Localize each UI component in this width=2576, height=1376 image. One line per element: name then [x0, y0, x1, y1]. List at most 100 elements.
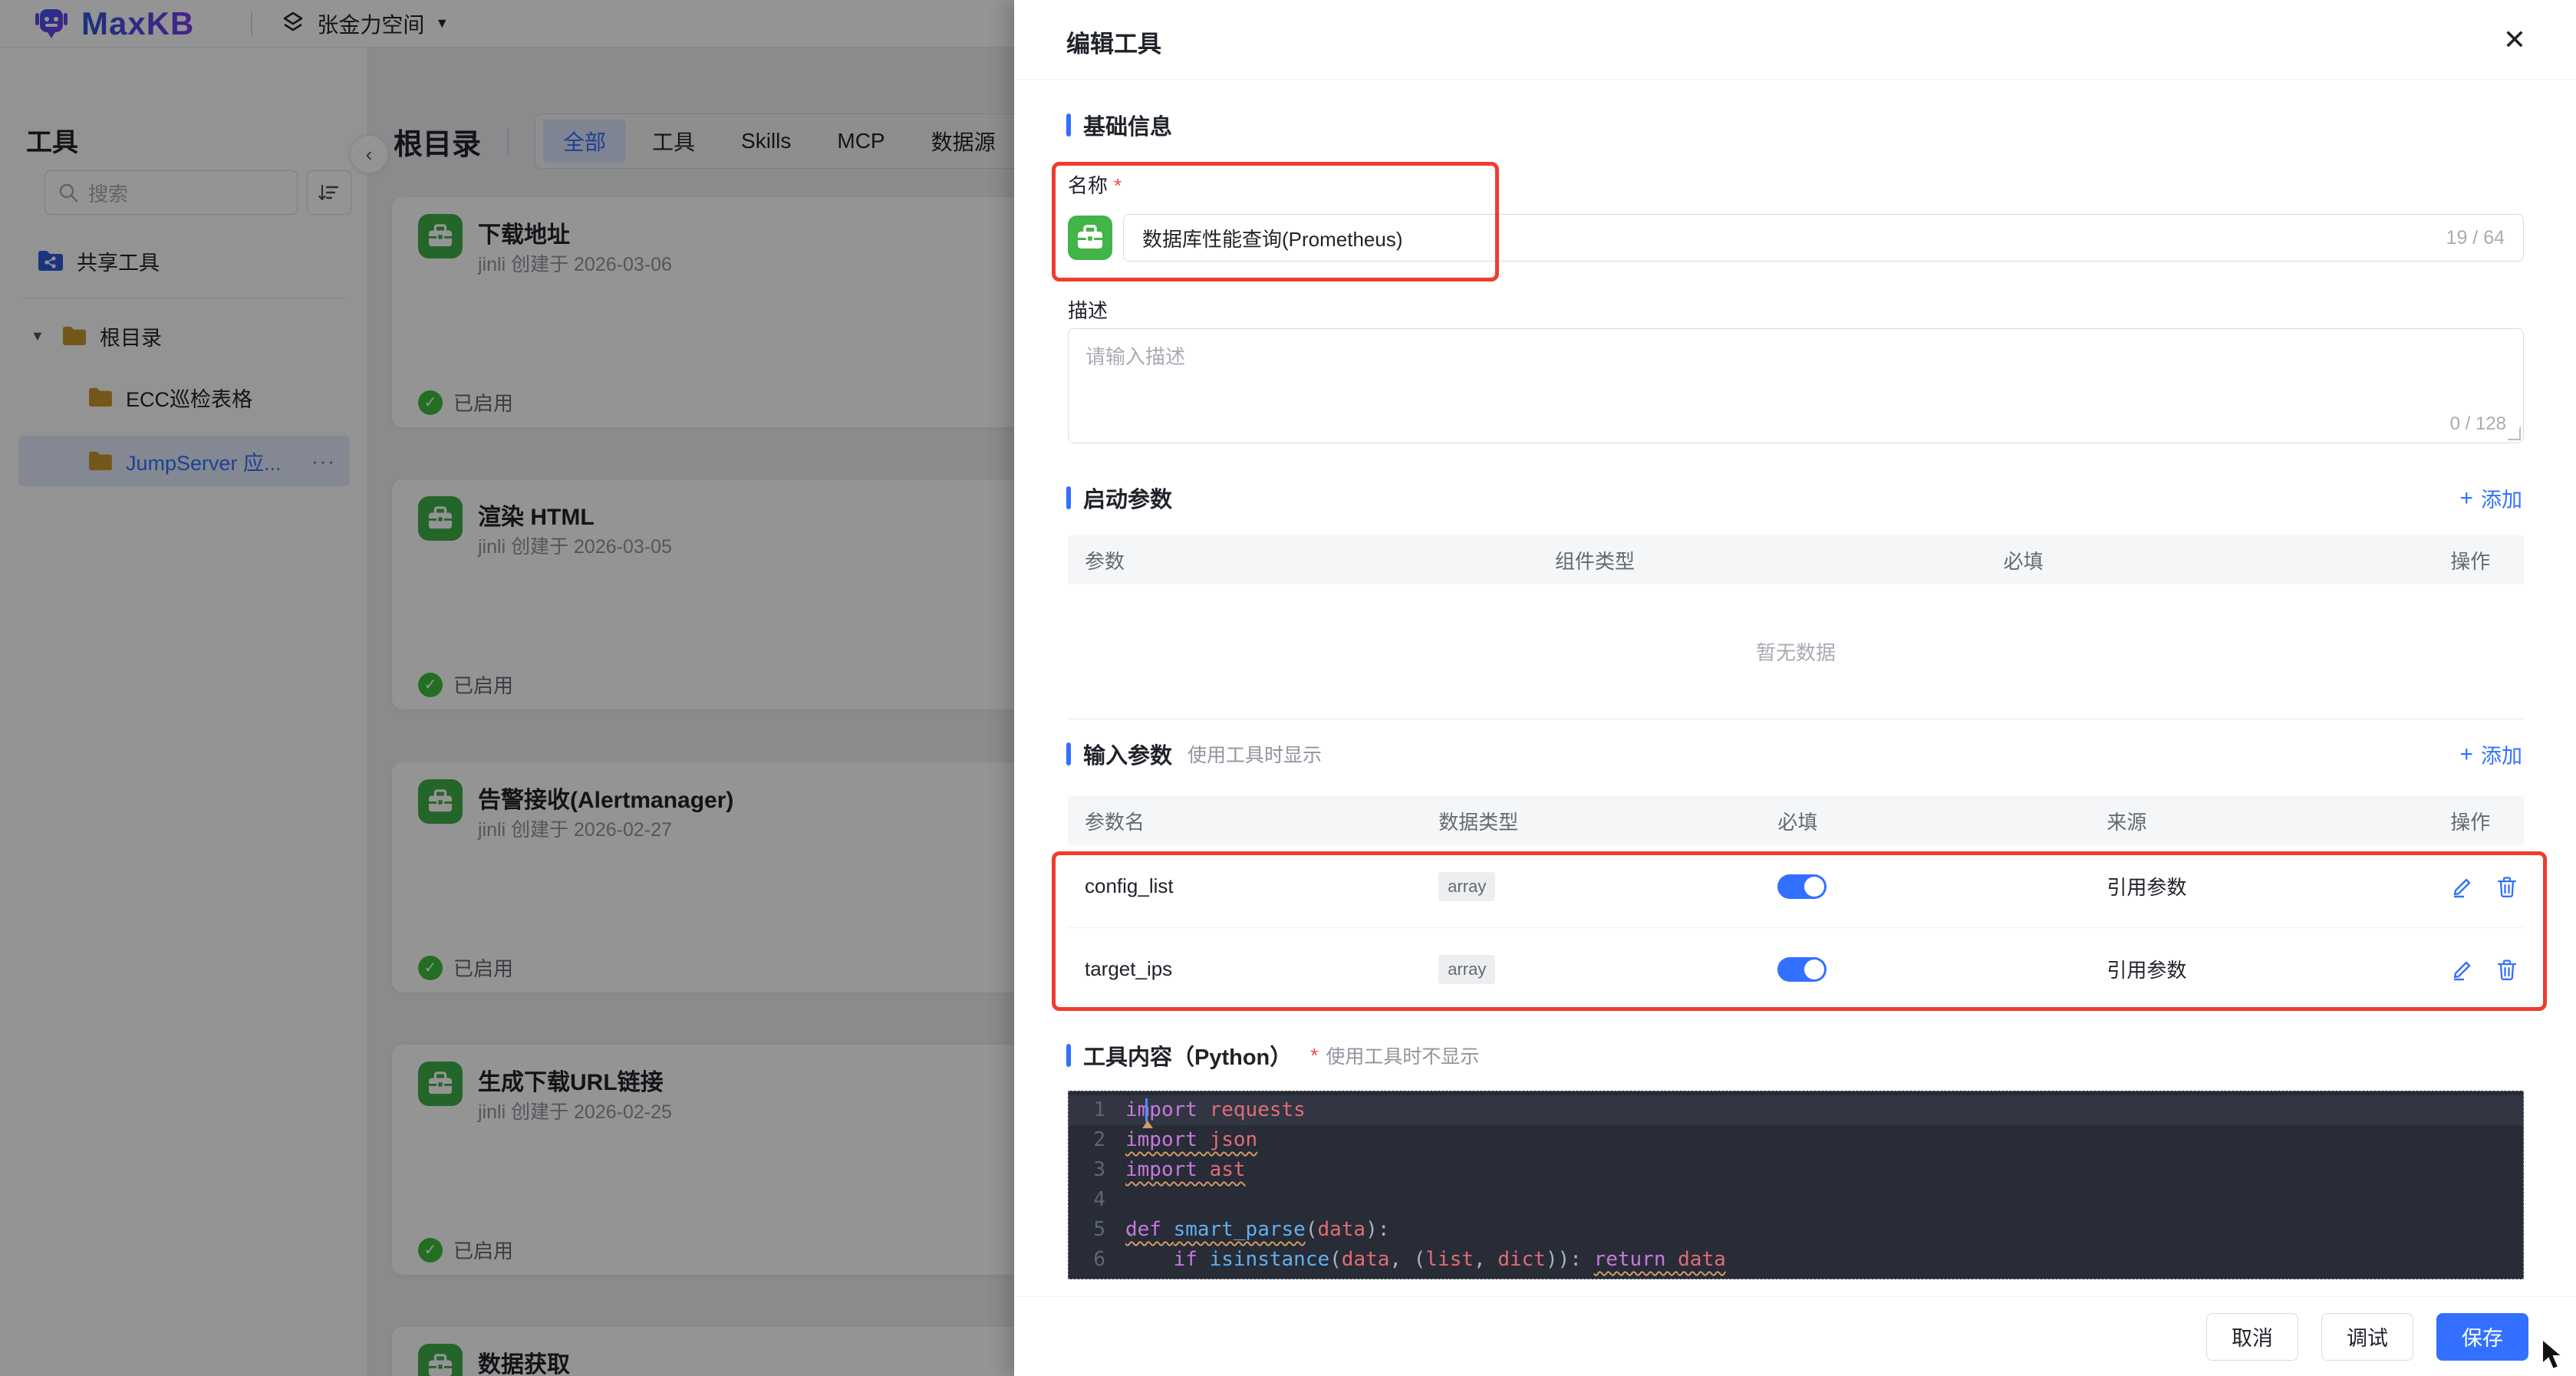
section-hint: 使用工具时不显示	[1326, 1042, 1479, 1069]
line-number: 6	[1069, 1245, 1125, 1275]
code-token: :	[1378, 1215, 1390, 1245]
fold-icon[interactable]: ⌄	[1127, 1215, 1136, 1245]
row-actions	[2433, 874, 2524, 899]
section-title: 启动参数	[1083, 482, 1172, 514]
code-token: )):	[1546, 1245, 1594, 1275]
toggle-knob	[1804, 960, 1824, 979]
section-bar	[1066, 1044, 1071, 1067]
code-token: dict	[1497, 1245, 1546, 1275]
save-button[interactable]: 保存	[2436, 1313, 2528, 1361]
code-line: 3import ast	[1069, 1155, 2523, 1185]
code-token: (	[1306, 1215, 1318, 1245]
mouse-cursor-icon	[2541, 1338, 2571, 1371]
add-input-param-button[interactable]: + 添加	[2459, 739, 2522, 769]
edit-button[interactable]	[2450, 957, 2475, 982]
edit-icon	[2451, 958, 2474, 981]
drawer-title: 编辑工具	[1066, 25, 1161, 59]
param-required	[1761, 874, 2090, 899]
delete-button[interactable]	[2495, 874, 2519, 899]
column-header: 来源	[2090, 807, 2433, 835]
code-token: ast	[1210, 1155, 1246, 1185]
delete-icon	[2495, 875, 2518, 898]
param-source: 引用参数	[2090, 872, 2433, 900]
delete-icon	[2495, 958, 2518, 981]
description-placeholder: 请输入描述	[1085, 345, 1185, 368]
table-header: 参数名数据类型必填来源操作	[1068, 796, 2524, 845]
code-token: data	[1342, 1245, 1390, 1275]
param-source: 引用参数	[2090, 955, 2433, 983]
cancel-button[interactable]: 取消	[2206, 1313, 2298, 1361]
code-token: ,	[1474, 1245, 1497, 1275]
row-actions	[2433, 957, 2524, 982]
param-type: array	[1421, 955, 1761, 984]
empty-state: 暂无数据	[1068, 584, 2524, 719]
plus-icon: +	[2459, 487, 2473, 510]
column-header: 数据类型	[1421, 807, 1761, 835]
code-token: json	[1210, 1125, 1258, 1155]
description-textarea[interactable]: 请输入描述 0 / 128	[1068, 328, 2524, 443]
section-tool-content: 工具内容（Python） * 使用工具时不显示	[1066, 1039, 1479, 1072]
column-header: 必填	[1987, 546, 2434, 574]
param-type: array	[1421, 872, 1761, 901]
required-asterisk: *	[1310, 1044, 1318, 1068]
section-bar	[1066, 114, 1071, 137]
column-header: 参数名	[1068, 807, 1421, 835]
column-header: 组件类型	[1538, 546, 1987, 574]
name-char-counter: 19 / 64	[2446, 227, 2505, 249]
code-line: 5⌄def smart_parse(data):	[1069, 1215, 2523, 1245]
code-line: 2import json	[1069, 1125, 2523, 1155]
description-char-counter: 0 / 128	[2450, 413, 2506, 435]
section-title: 工具内容（Python）	[1083, 1039, 1292, 1072]
table-body: config_listarray引用参数target_ipsarray引用参数	[1068, 845, 2524, 1011]
column-header: 操作	[2433, 807, 2524, 835]
edit-icon	[2451, 875, 2474, 898]
code-token: list	[1425, 1245, 1474, 1275]
code-line: 1import requests	[1069, 1095, 2523, 1125]
line-number: 1	[1069, 1095, 1125, 1125]
code-line: 4	[1069, 1185, 2523, 1215]
code-token: import	[1125, 1155, 1210, 1185]
required-toggle[interactable]	[1777, 957, 1827, 982]
line-number: 5	[1069, 1215, 1125, 1245]
param-name: target_ips	[1068, 957, 1421, 981]
delete-button[interactable]	[2495, 957, 2519, 982]
column-header: 参数	[1068, 546, 1538, 574]
name-label: 名称*	[1068, 170, 1122, 199]
code-token: data	[1317, 1215, 1365, 1245]
code-token: requests	[1210, 1095, 1306, 1125]
plus-icon: +	[2459, 743, 2473, 766]
edit-tool-drawer: 编辑工具 ✕ 基础信息 名称* 数据库性能查询(Prometheus) 19 /…	[1014, 0, 2576, 1376]
add-startup-param-button[interactable]: + 添加	[2459, 483, 2522, 513]
drawer-header: 编辑工具 ✕	[1014, 0, 2576, 80]
code-token: import	[1125, 1095, 1210, 1125]
section-bar	[1066, 486, 1071, 509]
code-token: isinstance	[1210, 1245, 1330, 1275]
name-input[interactable]: 数据库性能查询(Prometheus) 19 / 64	[1123, 214, 2524, 262]
resize-handle-icon[interactable]	[2507, 426, 2521, 440]
param-row: config_listarray引用参数	[1068, 845, 2524, 928]
section-input-params: 输入参数 使用工具时显示	[1066, 738, 1322, 770]
edit-button[interactable]	[2450, 874, 2475, 899]
description-label: 描述	[1068, 295, 1108, 324]
required-toggle[interactable]	[1777, 874, 1827, 899]
type-tag: array	[1438, 872, 1495, 901]
code-token: smart_parse	[1174, 1215, 1306, 1245]
input-params-table: 参数名数据类型必填来源操作 config_listarray引用参数target…	[1068, 796, 2524, 1011]
param-required	[1761, 957, 2090, 982]
column-header: 操作	[2433, 546, 2524, 574]
name-value: 数据库性能查询(Prometheus)	[1142, 224, 1403, 252]
debug-button[interactable]: 调试	[2321, 1313, 2413, 1361]
code-token: if	[1174, 1245, 1210, 1275]
python-code-editor[interactable]: 1import requests2import json3import ast4…	[1068, 1091, 2524, 1279]
code-token: return	[1594, 1245, 1678, 1275]
section-title: 输入参数	[1083, 738, 1172, 770]
text-cursor	[1145, 1098, 1148, 1122]
code-token: , (	[1389, 1245, 1425, 1275]
line-number: 3	[1069, 1155, 1125, 1185]
tool-icon[interactable]	[1068, 216, 1112, 260]
table-header: 参数组件类型必填操作	[1068, 535, 2524, 584]
toggle-knob	[1804, 877, 1824, 897]
column-header: 必填	[1761, 807, 2090, 835]
startup-params-table: 参数组件类型必填操作 暂无数据	[1068, 535, 2524, 719]
close-icon[interactable]: ✕	[2496, 21, 2533, 58]
